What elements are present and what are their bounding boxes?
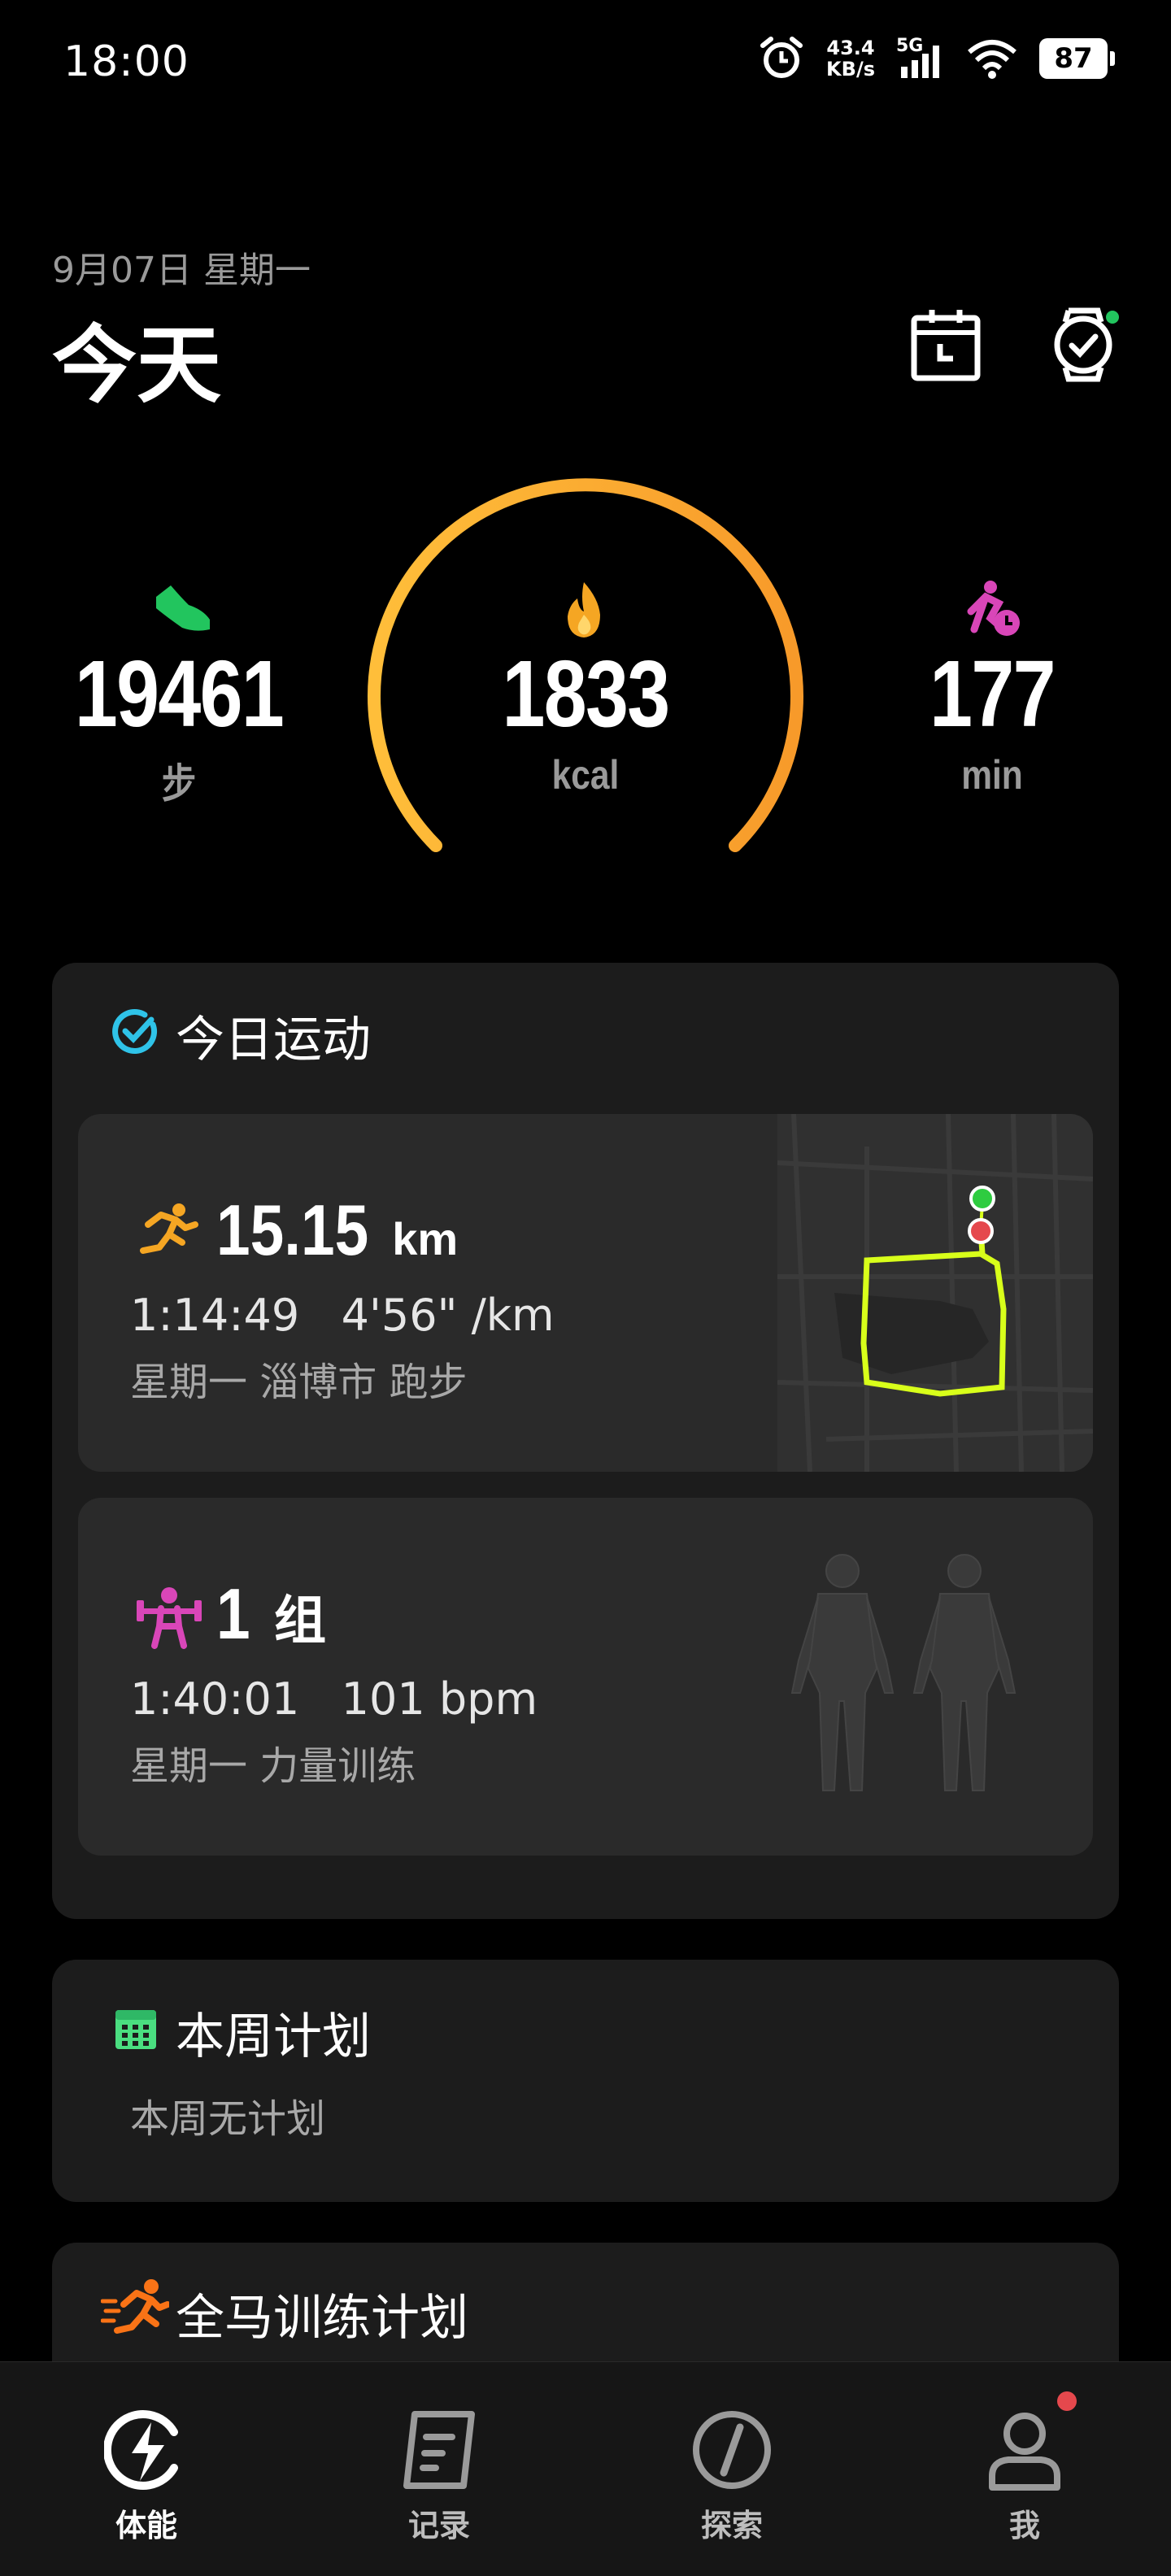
steps-unit: 步 — [161, 761, 197, 807]
route-map — [777, 1114, 1093, 1472]
notification-badge — [1057, 2391, 1077, 2411]
strength-stats: 1:40:01 101 bpm — [130, 1673, 538, 1725]
battery-indicator: 87 — [1039, 38, 1115, 79]
nav-tab-me[interactable]: 我 — [927, 2362, 1122, 2576]
strength-meta: 星期一 力量训练 — [130, 1743, 416, 1789]
weightlifting-icon — [137, 1587, 202, 1649]
run-pace: 4'56" /km — [341, 1290, 555, 1341]
header-date: 9月07日 星期一 — [52, 250, 311, 291]
signal-icon — [901, 46, 939, 78]
check-circle-icon — [112, 1009, 158, 1054]
wifi-icon — [968, 40, 1016, 79]
nav-label-me: 我 — [1008, 2508, 1040, 2543]
running-icon — [140, 1203, 198, 1254]
sprint-icon — [101, 2279, 169, 2334]
nav-tab-records[interactable]: 记录 — [342, 2362, 537, 2576]
bottom-nav: 体能 记录 探索 我 — [0, 2361, 1171, 2576]
run-meta: 星期一 淄博市 跑步 — [130, 1360, 468, 1405]
weekly-plan-empty: 本周无计划 — [130, 2096, 326, 2142]
active-time-icon — [967, 581, 1020, 636]
watch-connected-dot — [1106, 311, 1119, 324]
shoe-icon — [156, 585, 210, 631]
strength-sets-unit: 组 — [273, 1591, 326, 1651]
weekly-plan-card[interactable] — [52, 1960, 1119, 2202]
cellular-signal: 5G — [896, 36, 945, 81]
strength-sets-value: 1 — [216, 1573, 250, 1654]
watch-button[interactable] — [1049, 302, 1122, 387]
minutes-unit: min — [961, 752, 1023, 798]
run-stats: 1:14:49 4'56" /km — [130, 1290, 555, 1341]
alarm-icon — [760, 37, 803, 78]
calories-unit: kcal — [551, 752, 620, 798]
nav-label-explore: 探索 — [700, 2508, 763, 2543]
calendar-grid-icon — [115, 2010, 156, 2049]
nav-tab-fitness[interactable]: 体能 — [49, 2362, 244, 2576]
weekly-plan-title: 本周计划 — [176, 2008, 371, 2065]
lightning-icon — [104, 2410, 178, 2490]
run-distance-unit: km — [392, 1213, 459, 1264]
minutes-value: 177 — [929, 641, 1056, 746]
steps-value: 19461 — [74, 641, 285, 746]
today-workouts-title: 今日运动 — [176, 1012, 371, 1068]
workout-strength-card[interactable]: 1 组 1:40:01 101 bpm 星期一 力量训练 — [78, 1498, 1093, 1856]
strength-duration: 1:40:01 — [130, 1673, 300, 1725]
nav-label-records: 记录 — [407, 2508, 470, 2543]
flame-icon — [568, 582, 600, 637]
run-distance-value: 15.15 — [216, 1190, 369, 1270]
strength-heart-rate: 101 bpm — [341, 1673, 538, 1725]
calories-value: 1833 — [502, 641, 670, 746]
calendar-icon[interactable] — [909, 304, 982, 385]
net-speed: 43.4 KB/s — [826, 37, 875, 80]
net-speed-value: 43.4 — [826, 37, 875, 59]
status-time: 18:00 — [63, 37, 189, 86]
marathon-plan-title: 全马训练计划 — [176, 2290, 468, 2347]
net-speed-unit: KB/s — [826, 58, 875, 80]
workout-run-card[interactable]: 15.15 km 1:14:49 4'56" /km 星期一 淄博市 跑步 — [78, 1114, 1093, 1472]
profile-icon — [989, 2413, 1060, 2491]
nav-tab-explore[interactable]: 探索 — [634, 2362, 829, 2576]
run-duration: 1:14:49 — [130, 1290, 300, 1341]
compass-icon — [693, 2411, 771, 2489]
status-icons: 43.4 KB/s 5G 87 — [758, 36, 1115, 81]
records-icon — [403, 2411, 475, 2489]
muscle-map — [790, 1554, 1016, 1791]
nav-label-fitness: 体能 — [115, 2508, 177, 2543]
page-title: 今天 — [52, 315, 222, 415]
